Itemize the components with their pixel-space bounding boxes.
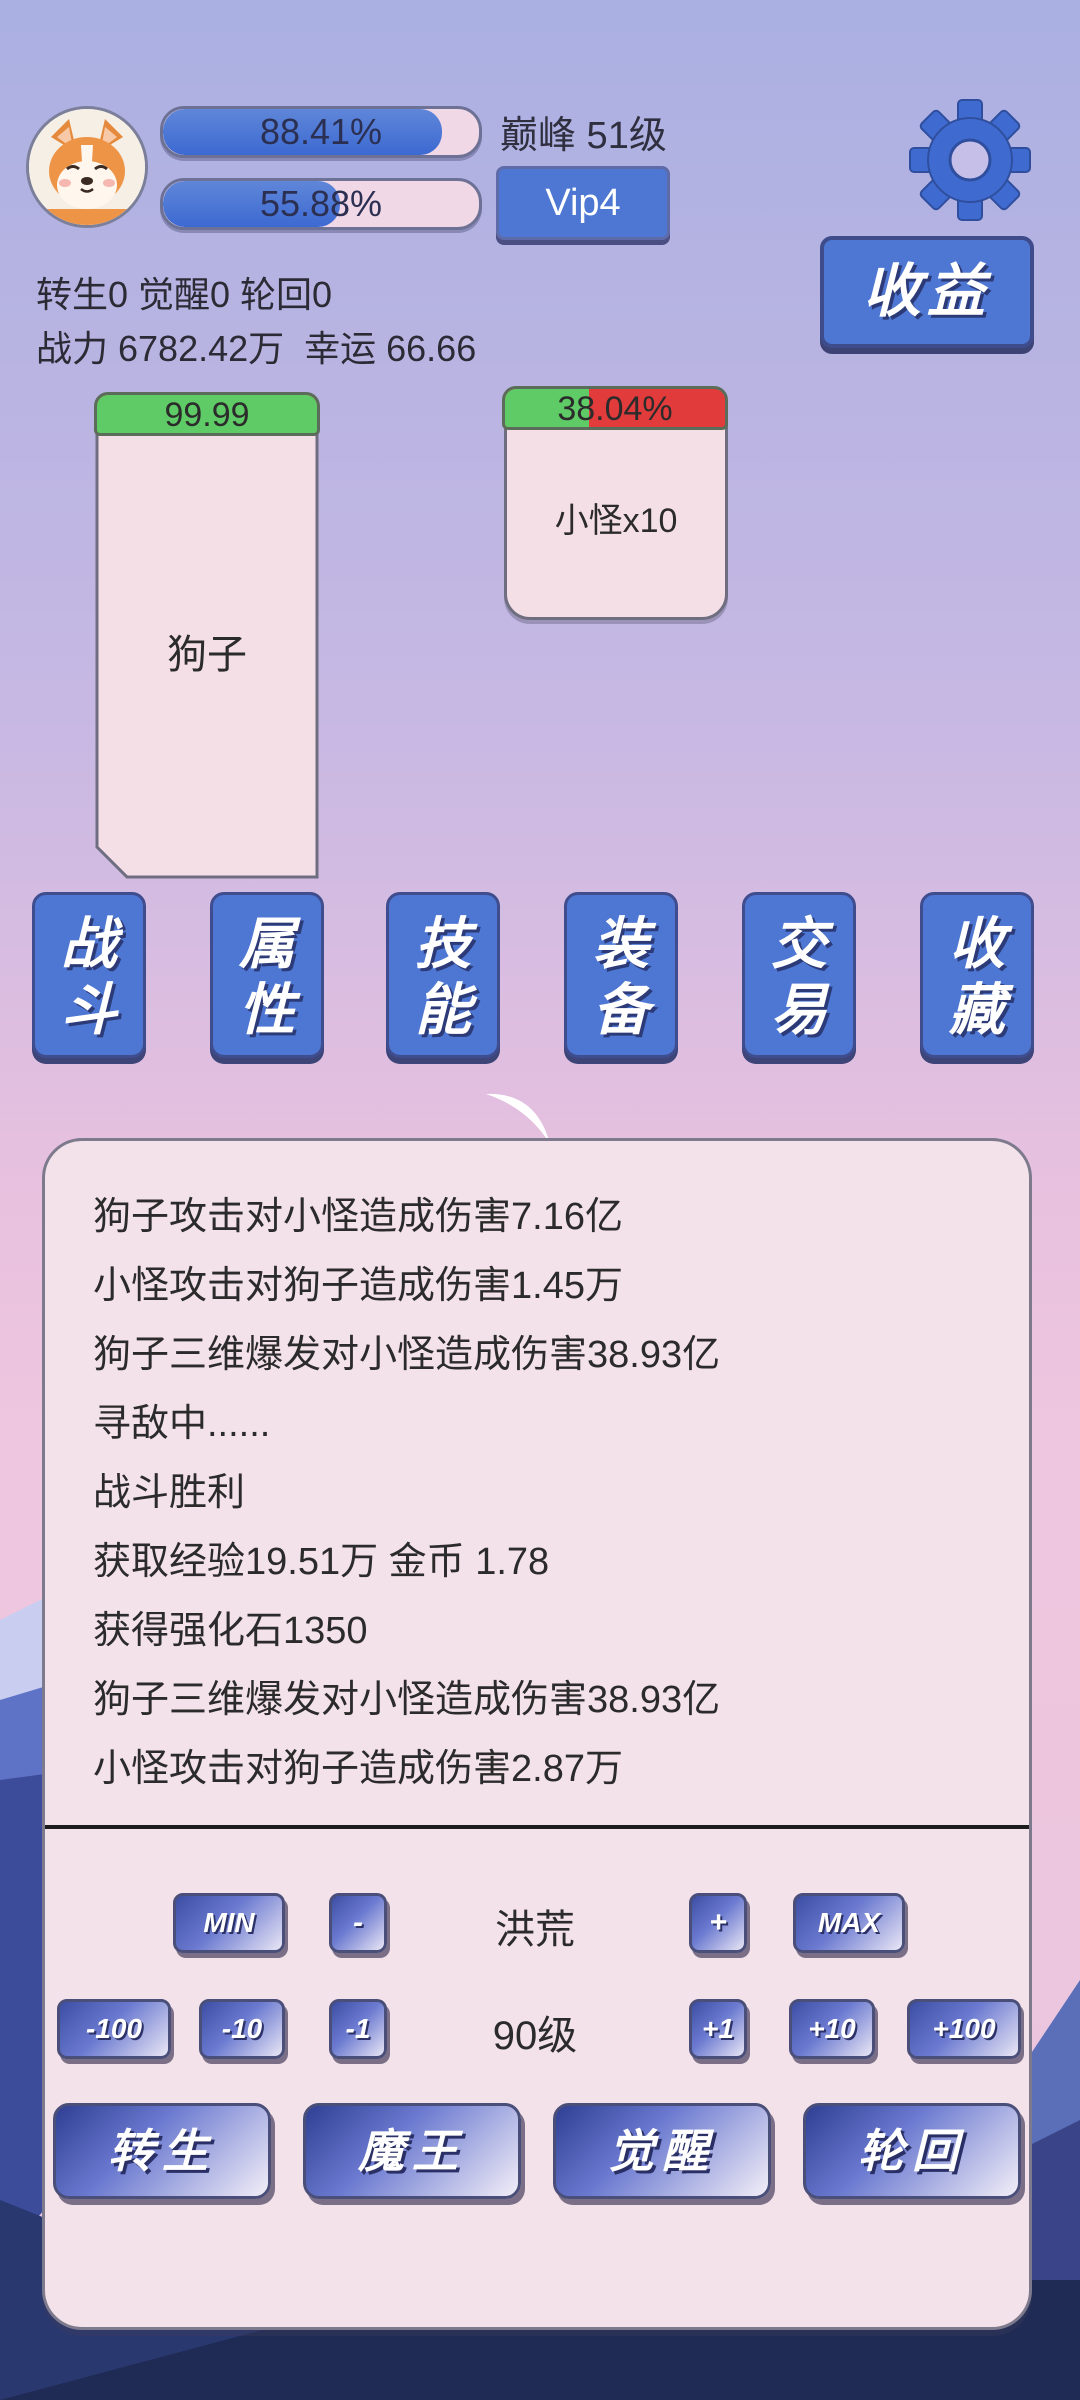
exp-bar: 88.41% (160, 106, 482, 158)
tab-collection-line1: 收 (949, 912, 1005, 975)
log-line: 狗子三维爆发对小怪造成伤害38.93亿 (93, 1679, 721, 1721)
plus1-button[interactable]: +1 (689, 1999, 747, 2059)
tab-skills[interactable]: 技能 (386, 892, 500, 1058)
region-name: 洪荒 (495, 1908, 575, 1952)
tab-attributes[interactable]: 属性 (210, 892, 324, 1058)
tab-skills-line2: 能 (415, 978, 471, 1041)
enemy-name: 小怪x10 (554, 502, 678, 540)
exp-bar-text: 88.41% (259, 111, 383, 152)
tab-battle[interactable]: 战斗 (32, 892, 146, 1058)
plus-button[interactable]: + (689, 1893, 747, 1953)
vip-button[interactable]: Vip4 (496, 166, 670, 240)
log-line: 战斗胜利 (93, 1472, 246, 1514)
log-divider (45, 1825, 1029, 1829)
level-text: 90级 (492, 2014, 578, 2058)
tab-collection[interactable]: 收藏 (920, 892, 1034, 1058)
minus10-button[interactable]: -10 (199, 1999, 285, 2059)
enemy-hp-bar: 38.04% (502, 386, 728, 430)
battle-log-panel: 狗子攻击对小怪造成伤害7.16亿 小怪攻击对狗子造成伤害1.45万 狗子三维爆发… (42, 1138, 1032, 2330)
tab-attributes-line2: 性 (239, 978, 295, 1041)
player-name: 狗子 (167, 633, 247, 677)
log-line: 小怪攻击对狗子造成伤害2.87万 (93, 1748, 623, 1790)
plus10-button[interactable]: +10 (789, 1999, 875, 2059)
tab-trade-line1: 交 (771, 912, 827, 975)
log-line: 寻敌中...... (93, 1403, 271, 1445)
income-button[interactable]: 收益 (820, 236, 1034, 348)
log-line: 获取经验19.51万 金币 1.78 (93, 1541, 550, 1583)
tab-equipment-line2: 备 (593, 978, 649, 1041)
minus100-button[interactable]: -100 (57, 1999, 171, 2059)
enemy-hp-text: 38.04% (557, 390, 673, 428)
log-line: 狗子三维爆发对小怪造成伤害38.93亿 (93, 1334, 721, 1376)
log-line: 狗子攻击对小怪造成伤害7.16亿 (93, 1196, 623, 1238)
tab-trade-line2: 易 (771, 978, 827, 1041)
corgi-avatar-icon (29, 109, 145, 225)
minus1-button[interactable]: -1 (329, 1999, 387, 2059)
log-line: 获得强化石1350 (93, 1610, 368, 1652)
rebirth-button[interactable]: 转生 (53, 2103, 271, 2199)
demon-king-button[interactable]: 魔王 (303, 2103, 521, 2199)
tab-attributes-line1: 属 (239, 912, 295, 975)
max-button[interactable]: MAX (793, 1893, 905, 1953)
plus100-button[interactable]: +100 (907, 1999, 1021, 2059)
minus-button[interactable]: - (329, 1893, 387, 1953)
power-luck-stats: 战力 6782.42万 幸运 66.66 (36, 328, 477, 369)
second-bar-text: 55.88% (259, 183, 383, 224)
tab-battle-line2: 斗 (61, 978, 117, 1041)
awaken-button[interactable]: 觉醒 (553, 2103, 771, 2199)
player-hp-text: 99.99 (164, 396, 250, 434)
player-hp-bar: 99.99 (94, 392, 320, 436)
tab-collection-line2: 藏 (949, 978, 1005, 1041)
tab-trade[interactable]: 交易 (742, 892, 856, 1058)
peak-level-label: 巅峰 51级 (500, 115, 667, 157)
gear-icon[interactable] (908, 98, 1032, 222)
player-avatar[interactable] (26, 106, 148, 228)
tab-equipment[interactable]: 装备 (564, 892, 678, 1058)
min-button[interactable]: MIN (173, 1893, 285, 1953)
enemy-card[interactable]: 小怪x10 (504, 400, 728, 620)
tab-skills-line1: 技 (415, 912, 471, 975)
second-bar: 55.88% (160, 178, 482, 230)
tab-battle-line1: 战 (61, 912, 117, 975)
rebirth-stats: 转生0 觉醒0 轮回0 (36, 274, 333, 315)
log-line: 小怪攻击对狗子造成伤害1.45万 (93, 1265, 623, 1307)
tab-equipment-line1: 装 (593, 912, 649, 975)
reincarnate-button[interactable]: 轮回 (803, 2103, 1021, 2199)
